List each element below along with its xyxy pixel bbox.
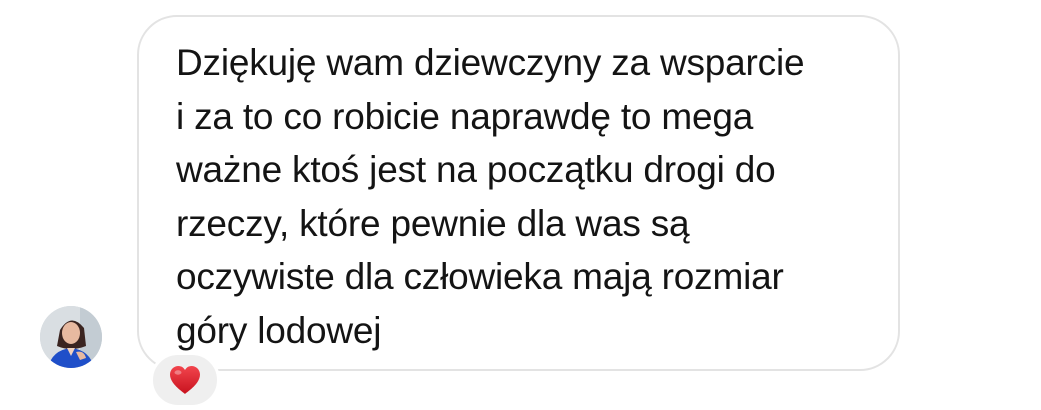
sender-avatar[interactable] [40, 306, 102, 368]
heart-icon [170, 366, 200, 394]
message-text: Dziękuję wam dziewczyny za wsparcie i za… [176, 42, 805, 351]
reaction-badge[interactable] [150, 352, 220, 408]
message-thread: Dziękuję wam dziewczyny za wsparcie i za… [0, 0, 1041, 410]
avatar-photo [40, 306, 102, 368]
